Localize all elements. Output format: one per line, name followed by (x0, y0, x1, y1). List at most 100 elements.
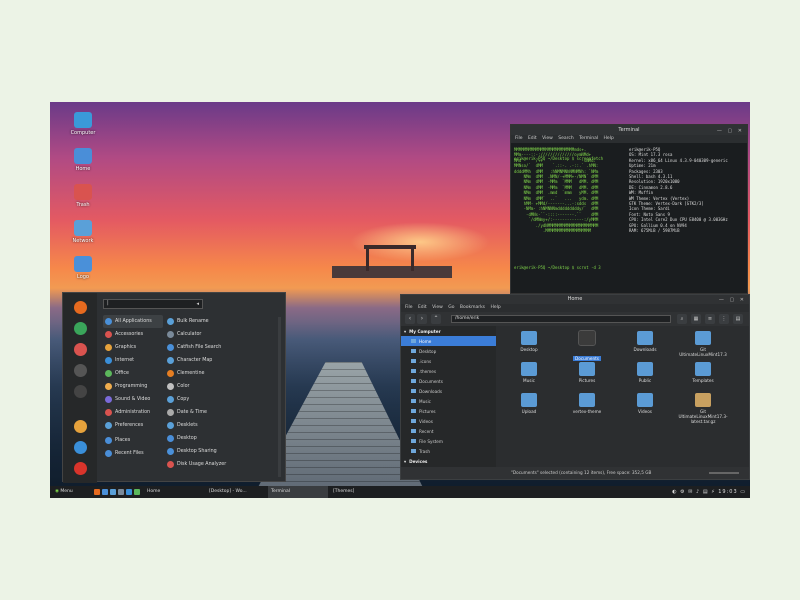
terminal-titlebar[interactable]: Terminal — ▢ ✕ (511, 125, 747, 135)
desktop-icon-network[interactable]: Network (66, 220, 100, 244)
grid-view-icon[interactable]: ▤ (733, 314, 743, 324)
forward-arrow-icon[interactable]: › (417, 314, 427, 324)
search-clear-icon[interactable]: ◂ (196, 301, 199, 307)
desktop-icon-logo[interactable]: Logo (66, 256, 100, 280)
files-icon[interactable] (73, 385, 87, 398)
app-item[interactable]: Character Map (165, 354, 275, 367)
app-item[interactable]: Bulk Rename (165, 315, 275, 328)
file-item[interactable]: Git UltimateLinuxMint17.3 (675, 331, 731, 357)
file-manager-window[interactable]: Home — ▢ ✕ File Edit View Go Bookmarks H… (400, 294, 750, 480)
zoom-slider[interactable] (709, 472, 739, 474)
app-icon (167, 383, 174, 390)
tools-icon[interactable] (73, 343, 87, 356)
app-item[interactable]: Catfish File Search (165, 341, 275, 354)
window-controls-icon[interactable]: — ▢ ✕ (717, 126, 744, 136)
sidebar-item[interactable]: Trash (401, 446, 496, 456)
workspace-icon[interactable]: ▭ (740, 489, 746, 495)
task-home[interactable]: Home (144, 486, 204, 498)
app-item[interactable]: Desktop Sharing (165, 445, 275, 458)
apps-launcher-icon[interactable] (134, 489, 140, 495)
category-icon (105, 383, 112, 390)
category-item[interactable]: Administration (103, 406, 163, 419)
sidebar-item[interactable]: Desktop (401, 346, 496, 356)
category-item[interactable]: Places (103, 434, 163, 447)
trash-icon (74, 184, 92, 200)
category-item[interactable]: Recent Files (103, 447, 163, 460)
file-item[interactable]: Git UltimateLinuxMint17.3-latest.tar.gz (675, 393, 731, 424)
lock-icon[interactable] (73, 420, 87, 433)
download-icon[interactable] (73, 322, 87, 335)
icon-view-icon[interactable]: ▦ (691, 314, 701, 324)
desktop-icon-home[interactable]: Home (66, 148, 100, 172)
up-arrow-icon[interactable]: ⌃ (431, 314, 441, 324)
app-item[interactable]: Calculator (165, 328, 275, 341)
category-item[interactable]: Accessories (103, 328, 163, 341)
settings-launcher-icon[interactable] (126, 489, 132, 495)
file-item[interactable]: Music (501, 362, 557, 383)
app-item[interactable]: Desklets (165, 419, 275, 432)
desktop-icon-trash[interactable]: Trash (66, 184, 100, 208)
menu-button[interactable]: ◉ Menu (52, 486, 82, 498)
file-item[interactable]: Videos (617, 393, 673, 414)
window-controls-icon[interactable]: — ▢ ✕ (719, 296, 746, 305)
app-item[interactable]: Date & Time (165, 406, 275, 419)
sidebar-item[interactable]: Documents (401, 376, 496, 386)
sidebar-item[interactable]: File System (401, 436, 496, 446)
category-item[interactable]: Office (103, 367, 163, 380)
compact-view-icon[interactable]: ⋮ (719, 314, 729, 324)
sidebar-item[interactable]: .icons (401, 356, 496, 366)
sidebar-item[interactable]: Music (401, 396, 496, 406)
logout-icon[interactable] (73, 441, 87, 454)
category-item[interactable]: Graphics (103, 341, 163, 354)
sidebar-item[interactable]: Recent (401, 426, 496, 436)
sidebar-item[interactable]: .themes (401, 366, 496, 376)
file-item[interactable]: Desktop (501, 331, 557, 352)
file-item[interactable]: Documents (559, 330, 615, 364)
task-desktop[interactable]: [Desktop] - Wo... (206, 486, 266, 498)
logo-icon (74, 256, 92, 272)
list-view-icon[interactable]: ≡ (705, 314, 715, 324)
app-item[interactable]: Clementine (165, 367, 275, 380)
files-launcher-icon[interactable] (102, 489, 108, 495)
menu-search-input[interactable]: | ◂ (103, 299, 203, 309)
app-menu[interactable]: | ◂ All Applications Accessories Graphics In… (62, 292, 286, 483)
clock[interactable]: 19:03 (718, 489, 737, 495)
file-item[interactable]: Downloads (617, 331, 673, 352)
file-item[interactable]: Public (617, 362, 673, 383)
terminal-icon[interactable] (73, 364, 87, 377)
terminal-menubar[interactable]: File Edit View Search Terminal Help (511, 135, 747, 143)
category-item[interactable]: Programming (103, 380, 163, 393)
file-item[interactable]: Pictures (559, 362, 615, 383)
app-item[interactable]: Color (165, 380, 275, 393)
file-manager-menubar[interactable]: File Edit View Go Bookmarks Help (401, 304, 749, 312)
file-item[interactable]: vertex-theme (559, 393, 615, 414)
sidebar-item[interactable]: Videos (401, 416, 496, 426)
sidebar-item[interactable]: Downloads (401, 386, 496, 396)
file-manager-titlebar[interactable]: Home — ▢ ✕ (401, 295, 749, 304)
terminal-launcher-icon[interactable] (118, 489, 124, 495)
category-item[interactable]: All Applications (103, 315, 163, 328)
search-icon[interactable]: ⌕ (677, 314, 687, 324)
back-arrow-icon[interactable]: ‹ (405, 314, 415, 324)
category-item[interactable]: Internet (103, 354, 163, 367)
location-bar[interactable]: /home/erik (451, 315, 671, 323)
app-item[interactable]: Desktop (165, 432, 275, 445)
file-item[interactable]: Upload (501, 393, 557, 414)
sidebar-item[interactable]: Pictures (401, 406, 496, 416)
firefox-launcher-icon[interactable] (94, 489, 100, 495)
terminal-window[interactable]: Terminal — ▢ ✕ File Edit View Search Ter… (510, 124, 748, 294)
firefox-icon[interactable] (73, 301, 87, 314)
desktop-icon-computer[interactable]: Computer (66, 112, 100, 136)
app-item[interactable]: Disk Usage Analyzer (165, 458, 275, 471)
sidebar-item[interactable]: Home (401, 336, 496, 346)
menu-scrollbar[interactable] (278, 317, 281, 477)
mail-launcher-icon[interactable] (110, 489, 116, 495)
tray-icons[interactable]: ◐ ⚙ ✉ ♪ ▤ ⚡ (672, 489, 715, 495)
task-terminal[interactable]: Terminal (268, 486, 328, 498)
category-item[interactable]: Preferences (103, 419, 163, 432)
app-item[interactable]: Copy (165, 393, 275, 406)
task-themes[interactable]: [Themes] (330, 486, 390, 498)
file-item[interactable]: Templates (675, 362, 731, 383)
category-item[interactable]: Sound & Video (103, 393, 163, 406)
power-icon[interactable] (73, 462, 87, 475)
